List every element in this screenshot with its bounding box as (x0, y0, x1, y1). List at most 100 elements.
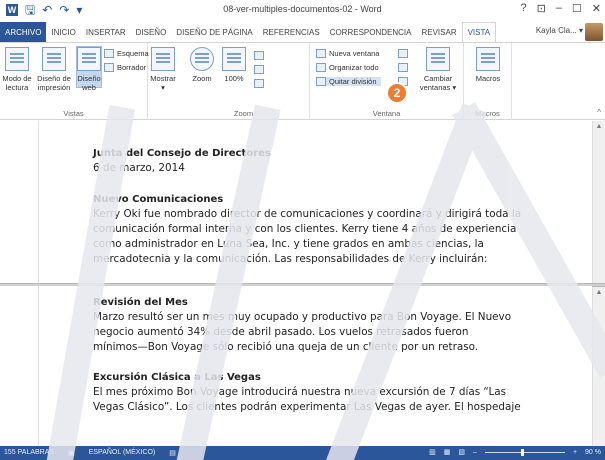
show-icon (151, 47, 175, 71)
zoom-level[interactable]: 90 % (585, 449, 601, 456)
new-window-icon (316, 49, 326, 58)
tab-diseno[interactable]: DISEÑO (131, 22, 172, 42)
window-title: 08-ver-multiples-documentos-02 - Word (223, 4, 382, 14)
paragraph-line: Kerry Oki fue nombrado director de comun… (93, 208, 522, 220)
tab-correspondencia[interactable]: CORRESPONDENCIA (325, 22, 417, 42)
quitar-division-button[interactable]: Quitar división (316, 77, 381, 86)
group-macros: Macros Macros (464, 43, 512, 120)
tab-vista[interactable]: VISTA (461, 22, 497, 42)
paragraph-line: Vegas Clásico”. Los clientes podrán expe… (93, 401, 521, 413)
one-page-icon (254, 51, 264, 60)
paragraph-line: mínimos—Bon Voyage sólo recibió una quej… (93, 341, 479, 353)
paragraph-line: El mes próximo Bon Voyage introducirá nu… (93, 386, 507, 398)
language[interactable]: ESPAÑOL (MÉXICO) (89, 449, 156, 457)
document-pane-bottom[interactable]: Revisión del Mes Marzo resultó ser un me… (0, 286, 592, 446)
tab-referencias[interactable]: REFERENCIAS (258, 22, 325, 42)
read-mode-icon (5, 47, 29, 71)
read-mode-view-icon[interactable]: ▥ (429, 448, 436, 456)
restore-button[interactable]: ☐ (572, 2, 582, 15)
user-name[interactable]: Kayla Cla... ▾ (536, 26, 583, 35)
scrollbar-top-pane[interactable]: ▲ (592, 121, 605, 283)
side-by-side-icon (398, 49, 408, 58)
page-width-button[interactable] (254, 79, 264, 88)
multiple-pages-button[interactable] (254, 65, 264, 74)
paragraph-line: comunicación formal interna y con los cl… (93, 223, 517, 235)
zoom-slider[interactable] (484, 448, 565, 456)
web-layout-view-icon[interactable]: ▧ (458, 448, 465, 456)
close-button[interactable]: ✕ (592, 2, 601, 15)
paragraph-line: Marzo resultó ser un mes muy ocupado y p… (93, 311, 512, 323)
paragraph-line: mercadotecnia y la comunicación. Las res… (93, 253, 488, 265)
title-bar: W 🖫 ↶ ↷ ▾ 08-ver-multiples-documentos-02… (0, 0, 605, 22)
side-by-side-button[interactable] (398, 49, 408, 58)
page-edge (38, 286, 39, 446)
organizar-todo-button[interactable]: Organizar todo (316, 63, 379, 72)
tab-diseno-de-pagina[interactable]: DISEÑO DE PÁGINA (171, 22, 257, 42)
esquema-button[interactable]: Esquema (104, 49, 149, 58)
macro-record-icon[interactable]: ▤ (169, 449, 176, 457)
page-width-icon (254, 79, 264, 88)
group-label-macros: Macros (475, 109, 500, 118)
word-count[interactable]: 155 PALABRAS (4, 449, 54, 457)
outline-icon (104, 49, 114, 58)
sync-scroll-icon (398, 63, 408, 72)
ribbon-display-icon[interactable]: ⊡ (537, 2, 546, 15)
document-pane-top[interactable]: Junta del Consejo de Directores 6 de mar… (0, 121, 592, 284)
group-label-zoom: Zoom (233, 109, 254, 118)
sync-scroll-button[interactable] (398, 63, 408, 72)
web-layout-icon (77, 47, 101, 71)
zoom-100-icon (222, 47, 246, 71)
ribbon: Modo de lectura Diseño de impresión Dise… (0, 42, 605, 120)
zoom-slider-knob[interactable] (520, 448, 524, 456)
window-controls: ? ⊡ – ☐ ✕ (520, 2, 601, 15)
magnifier-icon (190, 47, 214, 71)
section-title-revision: Revisión del Mes (93, 297, 188, 308)
pane-top-content: Junta del Consejo de Directores 6 de mar… (93, 147, 521, 267)
tab-insertar[interactable]: INSERTAR (81, 22, 131, 42)
tab-inicio[interactable]: INICIO (46, 22, 80, 42)
group-label-vistas: Vistas (63, 109, 84, 118)
draft-icon (104, 63, 114, 72)
remove-split-icon (316, 77, 326, 86)
cambiar-ventanas-button[interactable]: Cambiar ventanas ▾ (414, 47, 462, 92)
zoom-button[interactable]: Zoom (188, 47, 216, 83)
board-title: Junta del Consejo de Directores (93, 148, 271, 159)
nueva-ventana-button[interactable]: Nueva ventana (316, 49, 379, 58)
zoom-out-button[interactable]: – (473, 449, 477, 456)
avatar[interactable] (585, 23, 603, 41)
mostrar-button[interactable]: Mostrar ▾ (150, 47, 176, 92)
ribbon-tabs: ARCHIVO INICIO INSERTAR DISEÑO DISEÑO DE… (0, 22, 605, 42)
macros-icon (476, 47, 500, 71)
help-button[interactable]: ? (520, 2, 526, 15)
group-ventana: Nueva ventana Organizar todo Quitar divi… (310, 43, 464, 120)
zoom-in-button[interactable]: + (573, 449, 577, 456)
tab-revisar[interactable]: REVISAR (416, 22, 461, 42)
modo-lectura-button[interactable]: Modo de lectura (2, 47, 32, 92)
scroll-up-icon[interactable]: ▲ (593, 121, 605, 133)
collapse-ribbon-icon[interactable]: ^ (597, 108, 601, 117)
section-title-excursion: Excursión Clásica a Las Vegas (93, 372, 261, 383)
zoom-100-button[interactable]: 100% (220, 47, 248, 83)
status-bar: 155 PALABRAS ▣ ESPAÑOL (MÉXICO) ▤ ▥ ▦ ▧ … (0, 446, 605, 460)
scrollbar-bottom-pane[interactable]: ▲ (592, 287, 605, 446)
print-layout-view-icon[interactable]: ▦ (444, 448, 451, 456)
paragraph-line: como administrador en Luna Sea, Inc. y t… (93, 238, 484, 250)
one-page-button[interactable] (254, 51, 264, 60)
borrador-button[interactable]: Borrador (104, 63, 146, 72)
paragraph-line: negocio aumentó 34% desde abril pasado. … (93, 326, 469, 338)
group-mostrar: Mostrar ▾ (148, 43, 178, 120)
switch-windows-icon (426, 47, 450, 71)
step-callout: 2 (386, 82, 408, 104)
meeting-date: 6 de marzo, 2014 (93, 162, 185, 174)
minimize-button[interactable]: – (556, 2, 562, 15)
pane-bottom-content: Revisión del Mes Marzo resultó ser un me… (93, 296, 521, 415)
tab-archivo[interactable]: ARCHIVO (0, 22, 47, 42)
multiple-pages-icon (254, 65, 264, 74)
section-title-comunicaciones: Nuevo Comunicaciones (93, 194, 224, 205)
macros-button[interactable]: Macros (470, 47, 506, 83)
diseno-impresion-button[interactable]: Diseño de impresión (34, 47, 74, 92)
proofing-icon[interactable]: ▣ (68, 449, 75, 457)
page-edge (38, 121, 39, 284)
diseno-web-button[interactable]: Diseño web (76, 46, 102, 92)
scroll-up-icon[interactable]: ▲ (593, 287, 605, 299)
